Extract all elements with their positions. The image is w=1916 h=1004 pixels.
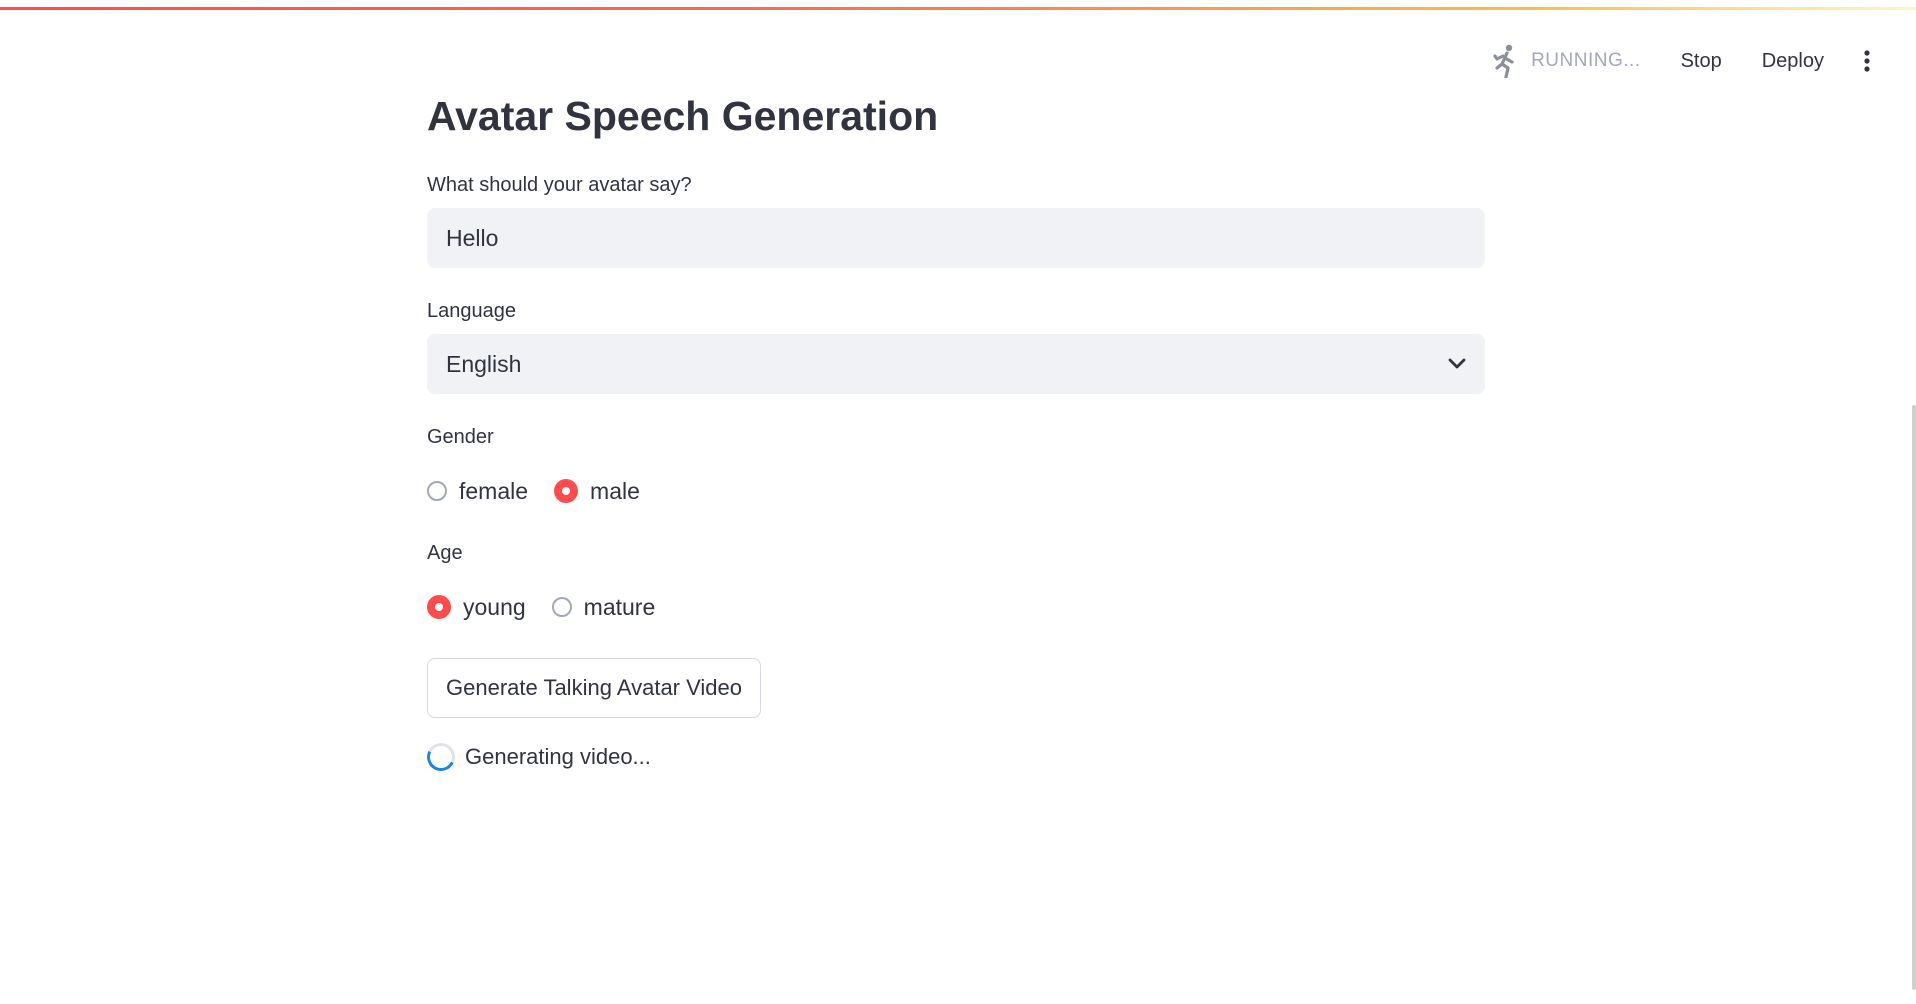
speech-input-label: What should your avatar say? — [427, 174, 692, 196]
running-status-text: RUNNING... — [1531, 50, 1641, 71]
loading-spinner-icon — [423, 739, 459, 775]
language-label: Language — [427, 300, 516, 322]
radio-checked-icon — [427, 595, 451, 619]
age-option-young[interactable]: young — [427, 594, 526, 621]
language-select[interactable]: English — [427, 334, 1485, 394]
radio-unchecked-icon — [427, 481, 447, 501]
vertical-ellipsis-icon — [1864, 50, 1870, 72]
age-radio-group: young mature — [427, 592, 1485, 622]
gender-option-label: male — [590, 477, 640, 504]
stop-button[interactable]: Stop — [1661, 42, 1742, 81]
generating-status: Generating video... — [423, 739, 1485, 775]
running-person-icon — [1491, 44, 1521, 78]
age-option-label: mature — [583, 593, 656, 620]
main-content: Avatar Speech Generation What should you… — [423, 86, 1485, 775]
radio-unchecked-icon — [551, 597, 572, 617]
age-label: Age — [427, 542, 463, 564]
language-field: Language English — [427, 298, 1485, 394]
generate-section: Generate Talking Avatar Video — [427, 658, 1485, 718]
chevron-down-icon — [1448, 358, 1466, 369]
age-option-mature[interactable]: mature — [551, 593, 656, 621]
gender-radio-group: female male — [427, 476, 1485, 506]
radio-checked-icon — [554, 479, 579, 503]
gender-field: Gender female male — [427, 424, 1485, 506]
page-scrollbar[interactable] — [1912, 405, 1916, 990]
gender-option-label: female — [459, 477, 529, 504]
app-toolbar: RUNNING... Stop Deploy — [1491, 40, 1882, 82]
page-title: Avatar Speech Generation — [427, 93, 939, 139]
speech-text-value: Hello — [446, 224, 499, 251]
top-decoration-bar — [0, 7, 1916, 10]
gender-option-female[interactable]: female — [427, 478, 528, 505]
gender-option-male[interactable]: male — [554, 478, 640, 505]
generate-video-button[interactable]: Generate Talking Avatar Video — [427, 658, 761, 718]
language-selected-value: English — [446, 350, 522, 377]
deploy-button[interactable]: Deploy — [1742, 42, 1844, 81]
age-field: Age young mature — [427, 540, 1485, 622]
gender-label: Gender — [427, 426, 494, 448]
age-option-label: young — [463, 593, 526, 620]
speech-text-input[interactable]: Hello — [427, 208, 1485, 268]
spinner-status-text: Generating video... — [465, 744, 651, 769]
main-menu-button[interactable] — [1852, 41, 1882, 81]
speech-text-field: What should your avatar say? Hello — [427, 172, 1485, 268]
